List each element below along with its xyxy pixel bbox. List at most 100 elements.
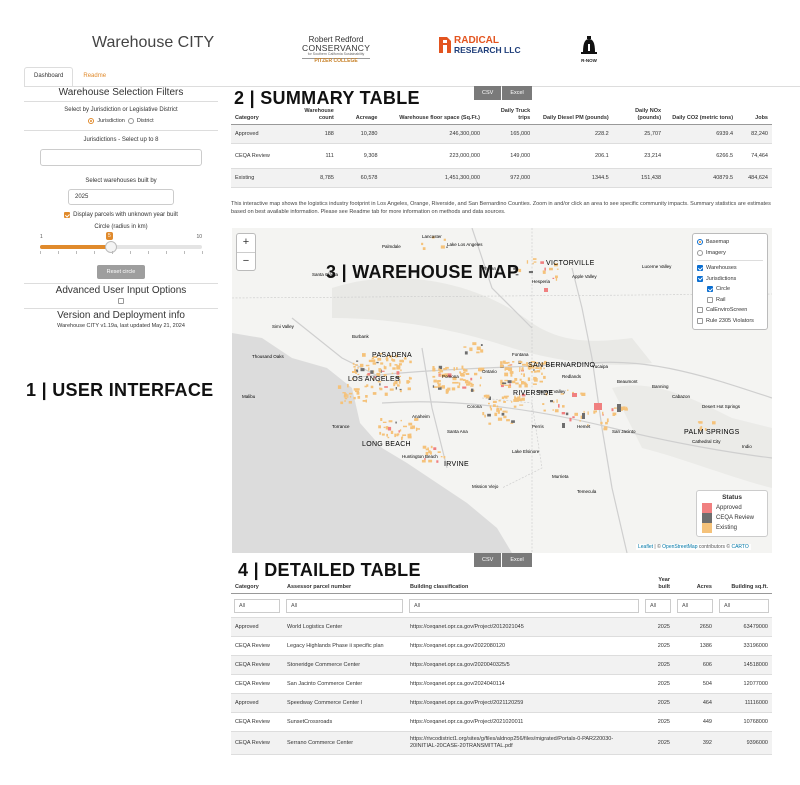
col-header[interactable]: Year built (642, 575, 674, 595)
warehouse-parcel[interactable] (556, 268, 559, 270)
warehouse-parcel[interactable] (396, 371, 400, 375)
warehouse-parcel[interactable] (360, 368, 365, 372)
warehouse-parcel[interactable] (443, 368, 447, 370)
warehouse-parcel[interactable] (540, 261, 544, 264)
warehouse-parcel[interactable] (428, 459, 433, 463)
warehouse-parcel[interactable] (612, 412, 617, 416)
rail-checkbox[interactable] (707, 296, 713, 303)
warehouse-parcel[interactable] (501, 385, 504, 388)
warehouse-parcel[interactable] (504, 368, 506, 371)
classification-filter[interactable]: All (409, 598, 639, 613)
warehouse-parcel[interactable] (549, 267, 553, 271)
warehouse-parcel[interactable] (605, 421, 608, 425)
warehouse-parcel[interactable] (397, 433, 400, 436)
table-row[interactable]: Approved World Logistics Center https://ce… (231, 617, 772, 638)
warehouse-parcel[interactable] (414, 419, 418, 421)
warehouse-parcel[interactable] (451, 387, 456, 391)
warehouse-parcel[interactable] (432, 367, 436, 372)
warehouse-parcel[interactable] (480, 349, 484, 353)
warehouse-parcel[interactable] (437, 380, 441, 383)
warehouse-parcel[interactable] (432, 375, 436, 378)
warehouse-parcel[interactable] (440, 245, 445, 249)
warehouse-parcel[interactable] (552, 409, 554, 411)
col-header[interactable]: Building sq.ft. (716, 575, 772, 595)
warehouse-parcel[interactable] (587, 411, 589, 415)
warehouse-parcel[interactable] (436, 460, 439, 463)
warehouse-parcel[interactable] (519, 370, 521, 372)
warehouse-parcel[interactable] (437, 383, 441, 388)
warehouse-parcel[interactable] (433, 380, 435, 383)
warehouse-parcel[interactable] (399, 429, 402, 432)
warehouse-parcel[interactable] (399, 359, 403, 363)
warehouse-parcel[interactable] (400, 369, 402, 372)
warehouse-parcel[interactable] (562, 423, 565, 428)
warehouse-parcel[interactable] (544, 267, 546, 271)
warehouse-parcel[interactable] (364, 385, 368, 388)
warehouse-parcel[interactable] (356, 360, 359, 362)
warehouse-parcel[interactable] (437, 451, 441, 453)
warehouse-parcel[interactable] (365, 395, 368, 398)
warehouse-parcel[interactable] (387, 436, 390, 439)
col-header[interactable]: Category (231, 106, 288, 126)
warehouse-parcel[interactable] (421, 459, 426, 463)
warehouse-parcel[interactable] (408, 422, 413, 426)
calenviro-checkbox[interactable] (697, 307, 703, 314)
warehouse-parcel[interactable] (470, 377, 473, 381)
warehouse-parcel[interactable] (380, 418, 383, 421)
warehouse-parcel[interactable] (602, 411, 604, 415)
circle-checkbox[interactable] (707, 286, 713, 293)
warehouse-parcel[interactable] (489, 405, 492, 409)
warehouse-parcel[interactable] (554, 409, 559, 413)
warehouse-parcel[interactable] (416, 428, 420, 430)
warehouse-parcel[interactable] (532, 262, 534, 265)
tab-readme[interactable]: Readme (73, 67, 116, 87)
warehouse-parcel[interactable] (464, 351, 468, 355)
warehouse-parcel[interactable] (533, 261, 537, 263)
warehouse-parcel[interactable] (376, 373, 379, 375)
warehouse-parcel[interactable] (524, 383, 528, 388)
warehouse-parcel[interactable] (510, 371, 513, 374)
jurisdictions-input[interactable] (40, 149, 202, 166)
rail-layer[interactable]: Rail (697, 295, 763, 306)
warehouse-parcel[interactable] (399, 388, 402, 391)
warehouse-parcel[interactable] (398, 363, 402, 366)
warehouse-parcel[interactable] (480, 376, 482, 379)
warehouse-parcel[interactable] (406, 380, 411, 383)
warehouse-parcel[interactable] (482, 412, 485, 416)
warehouse-parcel[interactable] (582, 413, 585, 419)
warehouse-parcel[interactable] (572, 393, 577, 397)
warehouse-parcel[interactable] (532, 258, 537, 260)
warehouse-parcel[interactable] (427, 447, 429, 450)
warehouse-parcel[interactable] (354, 368, 356, 372)
advanced-checkbox[interactable] (118, 298, 124, 305)
warehouse-parcel[interactable] (600, 421, 603, 425)
warehouse-parcel[interactable] (480, 344, 483, 346)
warehouse-parcel[interactable] (410, 426, 414, 430)
warehouse-parcel[interactable] (522, 363, 526, 366)
warehouse-parcel[interactable] (477, 347, 481, 349)
warehouse-parcel[interactable] (453, 367, 456, 371)
warehouse-parcel[interactable] (395, 421, 397, 424)
col-header[interactable]: Jobs (737, 106, 772, 126)
warehouse-parcel[interactable] (456, 367, 458, 370)
warehouse-parcel[interactable] (432, 385, 435, 388)
warehouse-parcel[interactable] (542, 403, 545, 405)
warehouse-parcel[interactable] (503, 415, 507, 419)
warehouse-parcel[interactable] (381, 370, 385, 372)
unknown-year-checkbox[interactable] (64, 212, 71, 218)
warehouse-parcel[interactable] (353, 396, 356, 400)
warehouse-parcel[interactable] (430, 445, 433, 449)
warehouse-parcel[interactable] (507, 380, 512, 384)
warehouse-parcel[interactable] (342, 392, 346, 394)
table-row[interactable]: CEQA Review SunsetCrossroads https://ceqan… (231, 712, 772, 733)
table-row[interactable]: Existing 8,785 60,578 1,451,300,000 972,… (231, 168, 772, 189)
warehouse-parcel[interactable] (553, 400, 555, 404)
warehouse-parcel[interactable] (387, 426, 392, 431)
warehouse-parcel[interactable] (463, 379, 466, 381)
warehouse-parcel[interactable] (501, 412, 505, 416)
circle-layer[interactable]: Circle (697, 284, 763, 295)
table-row[interactable]: CEQA Review Stoneridge Commerce Center htt… (231, 655, 772, 676)
warehouse-parcel[interactable] (463, 369, 465, 371)
table-row[interactable]: CEQA Review San Jacinto Commerce Center ht… (231, 674, 772, 695)
warehouse-parcel[interactable] (459, 371, 462, 374)
